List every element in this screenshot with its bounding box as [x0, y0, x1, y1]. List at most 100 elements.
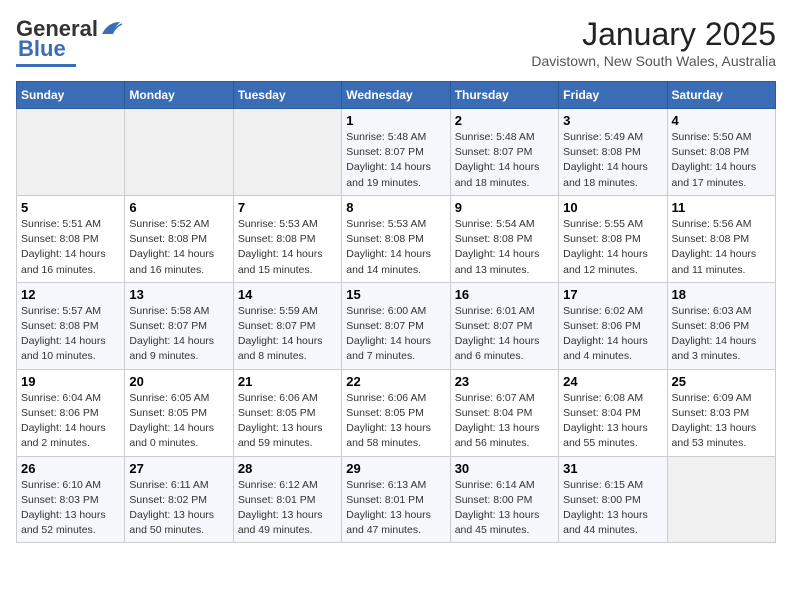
day-info: Sunrise: 5:53 AM Sunset: 8:08 PM Dayligh… — [238, 217, 337, 278]
calendar-cell — [233, 109, 341, 196]
day-info: Sunrise: 6:15 AM Sunset: 8:00 PM Dayligh… — [563, 478, 662, 539]
day-info: Sunrise: 5:56 AM Sunset: 8:08 PM Dayligh… — [672, 217, 771, 278]
day-info: Sunrise: 6:04 AM Sunset: 8:06 PM Dayligh… — [21, 391, 120, 452]
calendar-cell: 12Sunrise: 5:57 AM Sunset: 8:08 PM Dayli… — [17, 282, 125, 369]
day-number: 16 — [455, 287, 554, 302]
day-number: 24 — [563, 374, 662, 389]
day-info: Sunrise: 5:54 AM Sunset: 8:08 PM Dayligh… — [455, 217, 554, 278]
calendar-cell: 11 Sunrise: 5:56 AM Sunset: 8:08 PM Dayli… — [667, 195, 775, 282]
calendar-cell: 8 Sunrise: 5:53 AM Sunset: 8:08 PM Daylig… — [342, 195, 450, 282]
day-info: Sunrise: 5:48 AM Sunset: 8:07 PM Dayligh… — [346, 130, 445, 191]
day-info: Sunrise: 6:13 AM Sunset: 8:01 PM Dayligh… — [346, 478, 445, 539]
calendar-cell: 23 Sunrise: 6:07 AM Sunset: 8:04 PM Dayli… — [450, 369, 558, 456]
day-number: 13 — [129, 287, 228, 302]
day-number: 14 — [238, 287, 337, 302]
calendar-cell: 7 Sunrise: 5:53 AM Sunset: 8:08 PM Daylig… — [233, 195, 341, 282]
day-info: Sunrise: 6:08 AM Sunset: 8:04 PM Dayligh… — [563, 391, 662, 452]
day-number: 9 — [455, 200, 554, 215]
page-header: General Blue January 2025 Davistown, New… — [16, 16, 776, 69]
calendar-cell: 16 Sunrise: 6:01 AM Sunset: 8:07 PM Dayli… — [450, 282, 558, 369]
day-number: 10 — [563, 200, 662, 215]
calendar-cell: 29 Sunrise: 6:13 AM Sunset: 8:01 PM Dayli… — [342, 456, 450, 543]
day-info: Sunrise: 6:00 AM Sunset: 8:07 PM Dayligh… — [346, 304, 445, 365]
location: Davistown, New South Wales, Australia — [531, 53, 776, 69]
calendar-cell: 15 Sunrise: 6:00 AM Sunset: 8:07 PM Dayli… — [342, 282, 450, 369]
day-info: Sunrise: 6:10 AM Sunset: 8:03 PM Dayligh… — [21, 478, 120, 539]
calendar-cell: 1 Sunrise: 5:48 AM Sunset: 8:07 PM Daylig… — [342, 109, 450, 196]
day-number: 21 — [238, 374, 337, 389]
day-info: Sunrise: 5:58 AM Sunset: 8:07 PM Dayligh… — [129, 304, 228, 365]
week-row-4: 19Sunrise: 6:04 AM Sunset: 8:06 PM Dayli… — [17, 369, 776, 456]
day-info: Sunrise: 6:05 AM Sunset: 8:05 PM Dayligh… — [129, 391, 228, 452]
day-number: 15 — [346, 287, 445, 302]
day-number: 2 — [455, 113, 554, 128]
header-sunday: Sunday — [17, 82, 125, 109]
day-number: 17 — [563, 287, 662, 302]
logo: General Blue — [16, 16, 122, 67]
day-info: Sunrise: 6:06 AM Sunset: 8:05 PM Dayligh… — [346, 391, 445, 452]
day-number: 7 — [238, 200, 337, 215]
calendar-cell: 10 Sunrise: 5:55 AM Sunset: 8:08 PM Dayli… — [559, 195, 667, 282]
day-info: Sunrise: 6:07 AM Sunset: 8:04 PM Dayligh… — [455, 391, 554, 452]
calendar-cell: 9 Sunrise: 5:54 AM Sunset: 8:08 PM Daylig… — [450, 195, 558, 282]
calendar-cell: 31Sunrise: 6:15 AM Sunset: 8:00 PM Dayli… — [559, 456, 667, 543]
day-number: 5 — [21, 200, 120, 215]
calendar-cell: 20Sunrise: 6:05 AM Sunset: 8:05 PM Dayli… — [125, 369, 233, 456]
week-row-3: 12Sunrise: 5:57 AM Sunset: 8:08 PM Dayli… — [17, 282, 776, 369]
calendar-cell: 30 Sunrise: 6:14 AM Sunset: 8:00 PM Dayli… — [450, 456, 558, 543]
day-info: Sunrise: 6:03 AM Sunset: 8:06 PM Dayligh… — [672, 304, 771, 365]
day-info: Sunrise: 5:53 AM Sunset: 8:08 PM Dayligh… — [346, 217, 445, 278]
day-info: Sunrise: 5:55 AM Sunset: 8:08 PM Dayligh… — [563, 217, 662, 278]
day-number: 4 — [672, 113, 771, 128]
header-row: SundayMondayTuesdayWednesdayThursdayFrid… — [17, 82, 776, 109]
day-number: 25 — [672, 374, 771, 389]
day-info: Sunrise: 5:50 AM Sunset: 8:08 PM Dayligh… — [672, 130, 771, 191]
calendar-cell: 28Sunrise: 6:12 AM Sunset: 8:01 PM Dayli… — [233, 456, 341, 543]
header-saturday: Saturday — [667, 82, 775, 109]
day-number: 1 — [346, 113, 445, 128]
day-number: 6 — [129, 200, 228, 215]
day-info: Sunrise: 6:12 AM Sunset: 8:01 PM Dayligh… — [238, 478, 337, 539]
title-block: January 2025 Davistown, New South Wales,… — [531, 16, 776, 69]
calendar-cell: 13 Sunrise: 5:58 AM Sunset: 8:07 PM Dayli… — [125, 282, 233, 369]
calendar-cell: 18 Sunrise: 6:03 AM Sunset: 8:06 PM Dayli… — [667, 282, 775, 369]
day-number: 11 — [672, 200, 771, 215]
calendar-cell: 5Sunrise: 5:51 AM Sunset: 8:08 PM Daylig… — [17, 195, 125, 282]
header-tuesday: Tuesday — [233, 82, 341, 109]
day-info: Sunrise: 5:49 AM Sunset: 8:08 PM Dayligh… — [563, 130, 662, 191]
calendar-cell: 27 Sunrise: 6:11 AM Sunset: 8:02 PM Dayli… — [125, 456, 233, 543]
calendar-cell — [125, 109, 233, 196]
calendar-cell: 14 Sunrise: 5:59 AM Sunset: 8:07 PM Dayli… — [233, 282, 341, 369]
calendar-table: SundayMondayTuesdayWednesdayThursdayFrid… — [16, 81, 776, 543]
day-info: Sunrise: 6:11 AM Sunset: 8:02 PM Dayligh… — [129, 478, 228, 539]
week-row-5: 26 Sunrise: 6:10 AM Sunset: 8:03 PM Dayli… — [17, 456, 776, 543]
calendar-cell — [667, 456, 775, 543]
day-number: 22 — [346, 374, 445, 389]
day-number: 27 — [129, 461, 228, 476]
calendar-cell: 21 Sunrise: 6:06 AM Sunset: 8:05 PM Dayli… — [233, 369, 341, 456]
header-friday: Friday — [559, 82, 667, 109]
logo-bird-icon — [100, 20, 122, 38]
day-number: 8 — [346, 200, 445, 215]
logo-underline — [16, 64, 76, 67]
day-number: 18 — [672, 287, 771, 302]
day-info: Sunrise: 5:52 AM Sunset: 8:08 PM Dayligh… — [129, 217, 228, 278]
day-info: Sunrise: 5:48 AM Sunset: 8:07 PM Dayligh… — [455, 130, 554, 191]
calendar-cell: 17 Sunrise: 6:02 AM Sunset: 8:06 PM Dayli… — [559, 282, 667, 369]
day-info: Sunrise: 6:06 AM Sunset: 8:05 PM Dayligh… — [238, 391, 337, 452]
day-info: Sunrise: 5:57 AM Sunset: 8:08 PM Dayligh… — [21, 304, 120, 365]
month-title: January 2025 — [531, 16, 776, 53]
day-number: 29 — [346, 461, 445, 476]
header-monday: Monday — [125, 82, 233, 109]
calendar-cell: 3Sunrise: 5:49 AM Sunset: 8:08 PM Daylig… — [559, 109, 667, 196]
calendar-cell: 4 Sunrise: 5:50 AM Sunset: 8:08 PM Daylig… — [667, 109, 775, 196]
day-info: Sunrise: 6:02 AM Sunset: 8:06 PM Dayligh… — [563, 304, 662, 365]
day-info: Sunrise: 6:14 AM Sunset: 8:00 PM Dayligh… — [455, 478, 554, 539]
day-number: 26 — [21, 461, 120, 476]
day-info: Sunrise: 5:59 AM Sunset: 8:07 PM Dayligh… — [238, 304, 337, 365]
calendar-cell: 19Sunrise: 6:04 AM Sunset: 8:06 PM Dayli… — [17, 369, 125, 456]
day-number: 30 — [455, 461, 554, 476]
day-number: 23 — [455, 374, 554, 389]
day-info: Sunrise: 6:01 AM Sunset: 8:07 PM Dayligh… — [455, 304, 554, 365]
week-row-1: 1 Sunrise: 5:48 AM Sunset: 8:07 PM Daylig… — [17, 109, 776, 196]
